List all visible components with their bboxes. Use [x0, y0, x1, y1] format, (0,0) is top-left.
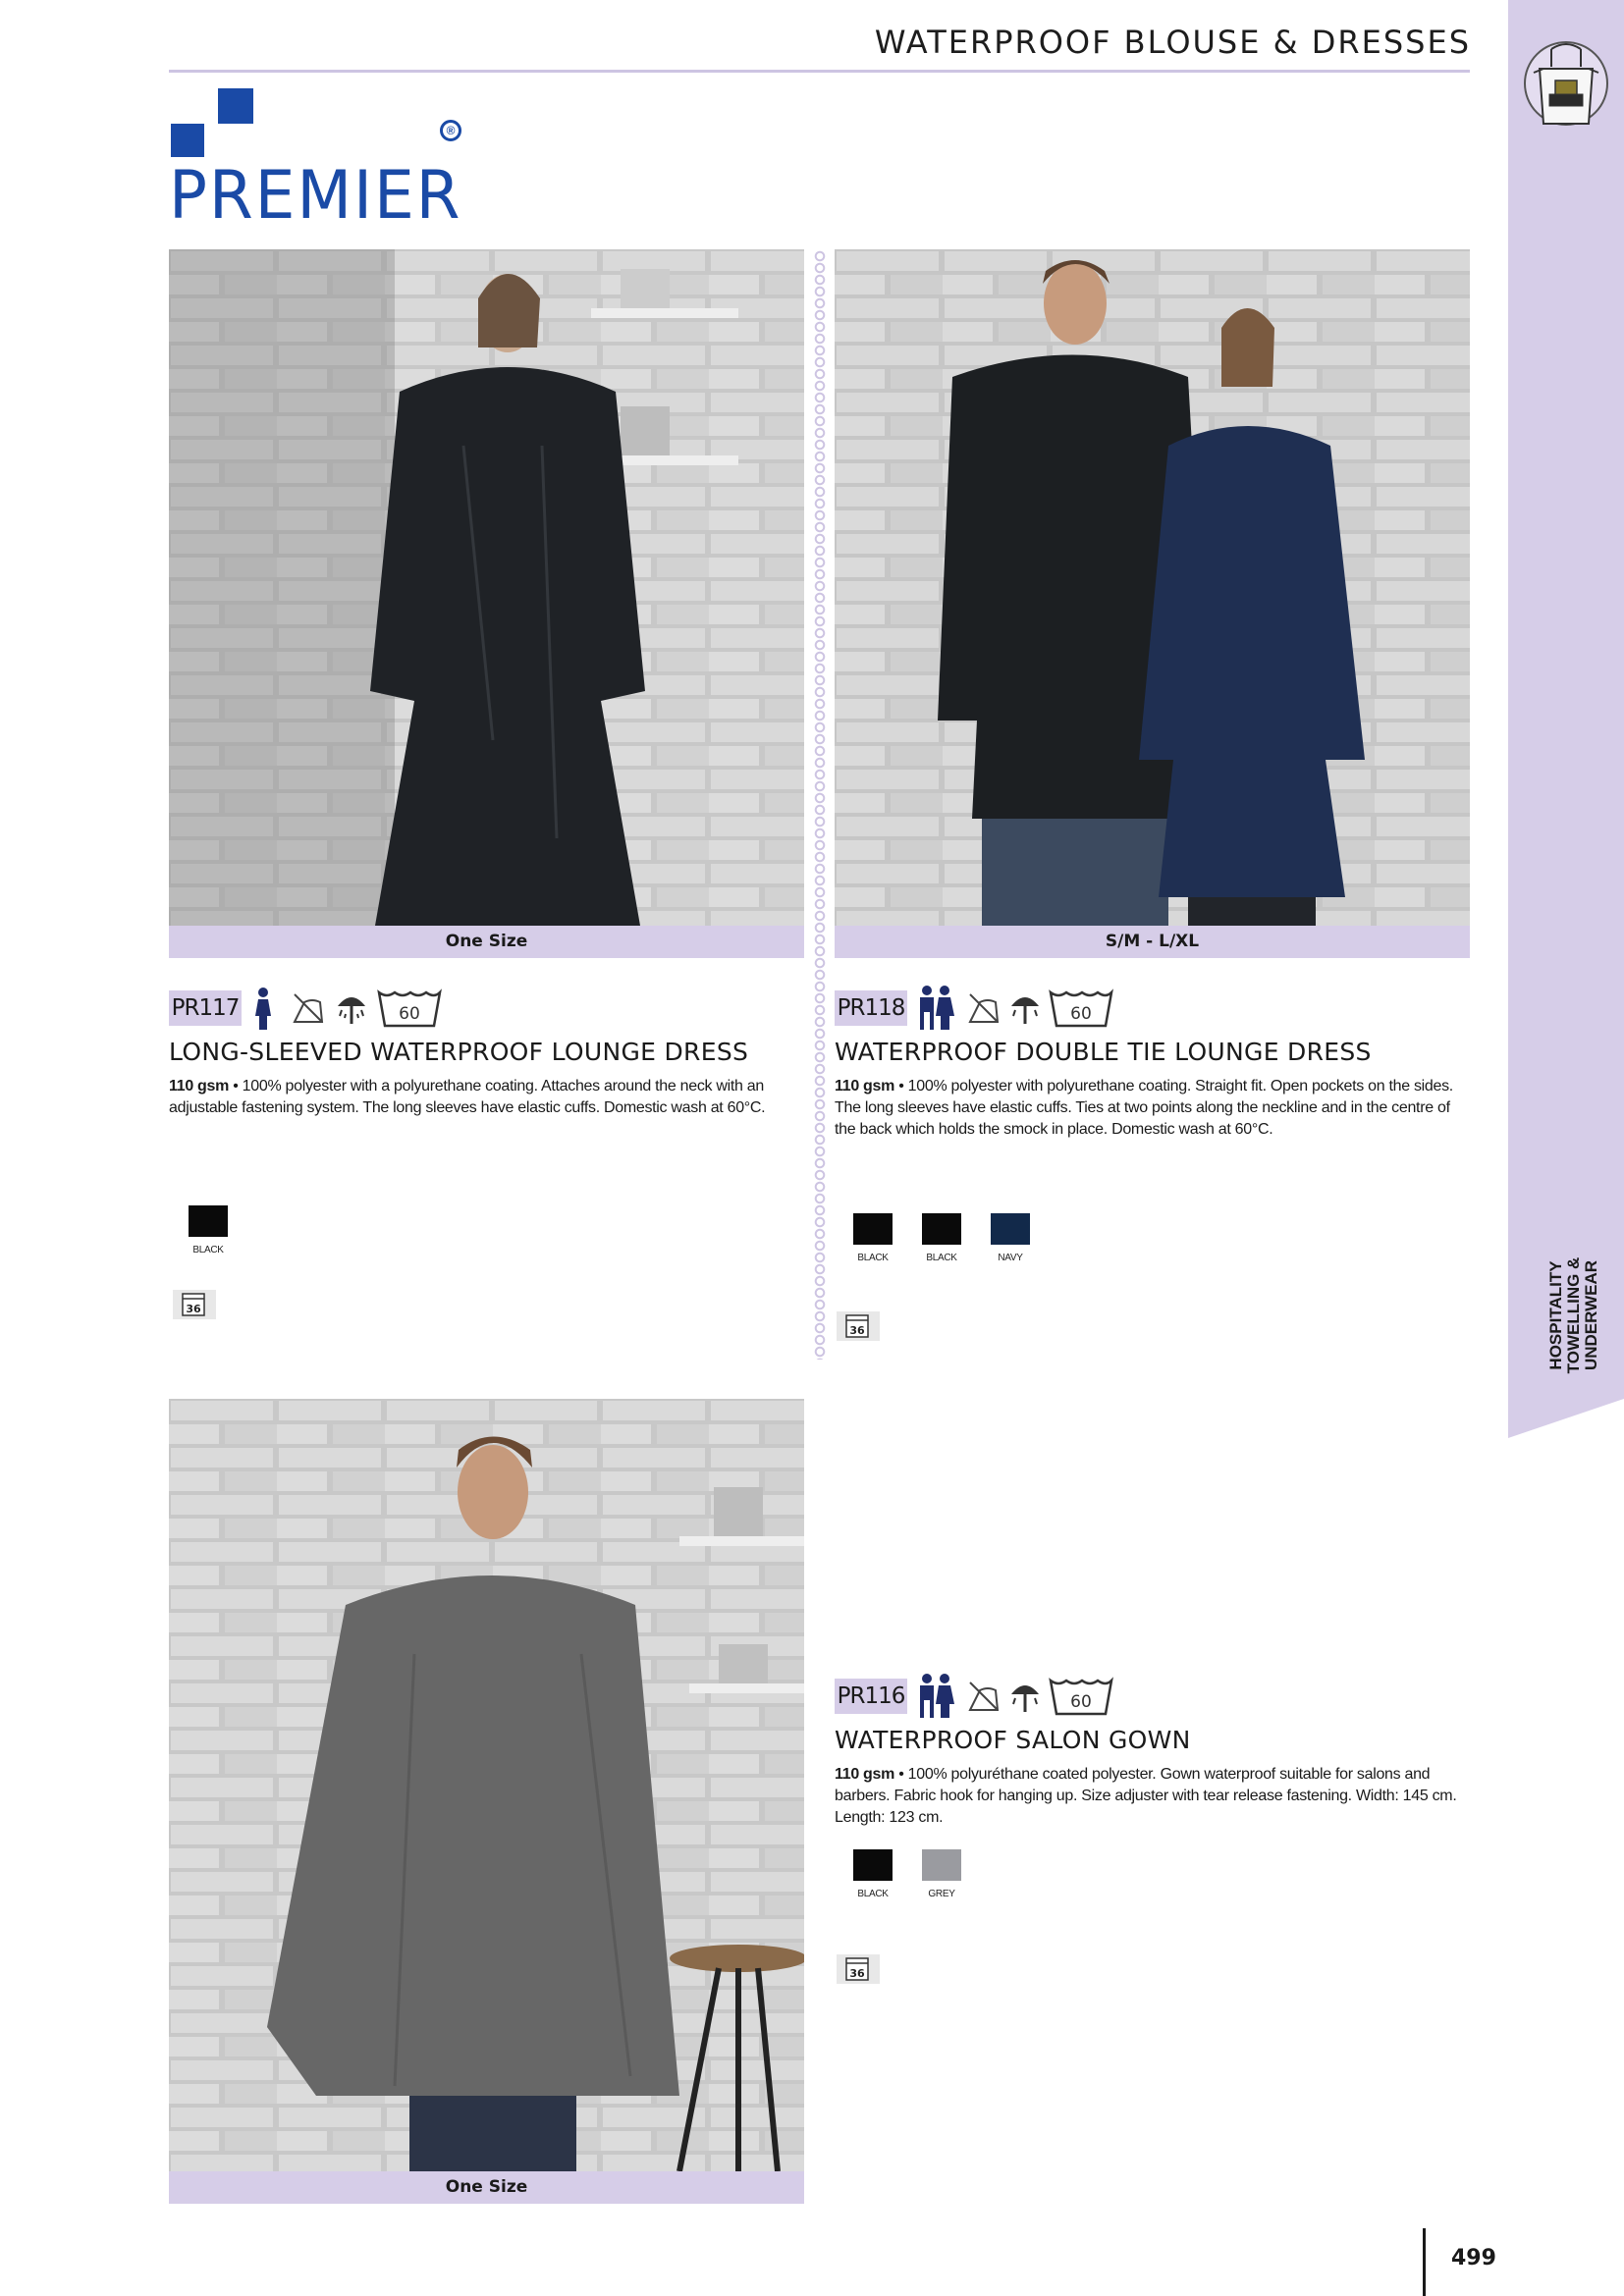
no-iron-icon	[968, 1682, 1000, 1711]
product-title: LONG-SLEEVED WATERPROOF LOUNGE DRESS	[169, 1038, 749, 1066]
swatch-label: NAVY	[998, 1253, 1023, 1263]
care-icons: 60	[255, 988, 442, 1030]
pack-size-icon-pr116: 36	[837, 1954, 880, 1984]
side-label-line2: TOWELLING &	[1564, 1256, 1583, 1374]
product-desc-text: • 100% polyester with polyurethane coati…	[835, 1078, 1453, 1138]
colour-swatch[interactable]: BLACK	[853, 1213, 893, 1263]
swatch-label: BLACK	[926, 1253, 957, 1263]
size-bar-pr118: S/M - L/XL	[835, 926, 1470, 958]
logo-square-2	[218, 88, 253, 124]
size-bar-pr116: One Size	[169, 2171, 804, 2204]
product-weight: 110 gsm	[169, 1078, 230, 1095]
product-photo-pr116	[169, 1399, 804, 2171]
size-bar-pr117: One Size	[169, 926, 804, 958]
pack-size-icon-pr117: 36	[173, 1290, 216, 1319]
care-icons: 60	[920, 986, 1113, 1030]
page-number: 499	[1451, 2246, 1496, 2270]
pack-size: 36	[849, 1967, 865, 1980]
header-divider	[169, 70, 1470, 73]
logo-text: PREMIER	[169, 157, 462, 235]
product-photo-pr117	[169, 249, 804, 926]
side-band	[1508, 0, 1624, 1438]
product-title: WATERPROOF SALON GOWN	[835, 1726, 1191, 1754]
unisex-fit-icon	[920, 1674, 954, 1718]
svg-text:60: 60	[1070, 1692, 1092, 1712]
no-iron-icon	[293, 993, 324, 1023]
pack-size: 36	[186, 1303, 201, 1315]
care-icons: 60	[920, 1674, 1113, 1718]
swatch-black	[853, 1849, 893, 1881]
swatch-label: BLACK	[192, 1245, 224, 1255]
swatch-navy	[991, 1213, 1030, 1245]
swatch-grey	[922, 1849, 961, 1881]
wash-60-icon: 60	[377, 988, 442, 1028]
apron-icon	[1512, 29, 1620, 137]
side-label-line1: HOSPITALITY	[1546, 1260, 1565, 1370]
swatch-black	[922, 1213, 961, 1245]
female-fit-icon	[255, 988, 271, 1030]
side-category-label: HOSPITALITY TOWELLING & UNDERWEAR	[1530, 1257, 1618, 1374]
product-photo-pr118	[835, 249, 1470, 926]
unisex-fit-icon	[920, 986, 954, 1030]
product-desc-text: • 100% polyuréthane coated polyester. Go…	[835, 1766, 1457, 1826]
product-code: PR116	[835, 1679, 907, 1714]
product-block-pr117: PR117 60 LONG-SLEEVED WATERPROOF LOUNGE …	[169, 983, 807, 1119]
product-description: 110 gsm • 100% polyester with a polyuret…	[169, 1076, 807, 1119]
product-desc-text: • 100% polyester with a polyurethane coa…	[169, 1078, 766, 1116]
product-block-pr116: PR116 60 WATERPROOF SALON GOWN 110 gsm •…	[835, 1671, 1473, 1829]
colour-swatch[interactable]: BLACK	[922, 1213, 961, 1263]
waterproof-icon	[1011, 1685, 1039, 1712]
product-title: WATERPROOF DOUBLE TIE LOUNGE DRESS	[835, 1038, 1372, 1066]
page-number-rule	[1423, 2228, 1426, 2296]
registered-mark: ®	[440, 120, 461, 141]
wash-60-icon: 60	[1049, 988, 1113, 1028]
colour-swatches-pr116: BLACK GREY	[853, 1849, 961, 1899]
colour-swatch[interactable]: BLACK	[189, 1205, 228, 1255]
logo-square-1	[171, 124, 204, 157]
swatch-black	[189, 1205, 228, 1237]
colour-swatch[interactable]: GREY	[922, 1849, 961, 1899]
swatch-label: BLACK	[857, 1253, 889, 1263]
svg-text:60: 60	[399, 1004, 420, 1024]
column-divider	[813, 250, 827, 1360]
swatch-label: GREY	[928, 1889, 955, 1899]
product-block-pr118: PR118 60 WATERPROOF DOUBLE TIE LOUNGE DR…	[835, 983, 1473, 1141]
page-title: WATERPROOF BLOUSE & DRESSES	[874, 24, 1471, 61]
pack-size: 36	[849, 1324, 865, 1337]
product-description: 110 gsm • 100% polyester with polyuretha…	[835, 1076, 1473, 1141]
product-description: 110 gsm • 100% polyuréthane coated polye…	[835, 1764, 1473, 1829]
pack-size-icon-pr118: 36	[837, 1311, 880, 1341]
premier-logo: ® PREMIER	[169, 86, 473, 236]
colour-swatches-pr117: BLACK	[189, 1205, 228, 1255]
product-weight: 110 gsm	[835, 1078, 895, 1095]
swatch-black	[853, 1213, 893, 1245]
product-code: PR118	[835, 990, 907, 1026]
swatch-label: BLACK	[857, 1889, 889, 1899]
side-label-line3: UNDERWEAR	[1582, 1259, 1600, 1371]
svg-text:60: 60	[1070, 1004, 1092, 1024]
product-weight: 110 gsm	[835, 1766, 895, 1783]
no-iron-icon	[968, 993, 1000, 1023]
waterproof-icon	[1011, 997, 1039, 1024]
wash-60-icon: 60	[1049, 1677, 1113, 1716]
product-code: PR117	[169, 990, 242, 1026]
colour-swatch[interactable]: BLACK	[853, 1849, 893, 1899]
waterproof-icon	[338, 997, 365, 1024]
colour-swatches-pr118: BLACK BLACK NAVY	[853, 1213, 1030, 1263]
colour-swatch[interactable]: NAVY	[991, 1213, 1030, 1263]
